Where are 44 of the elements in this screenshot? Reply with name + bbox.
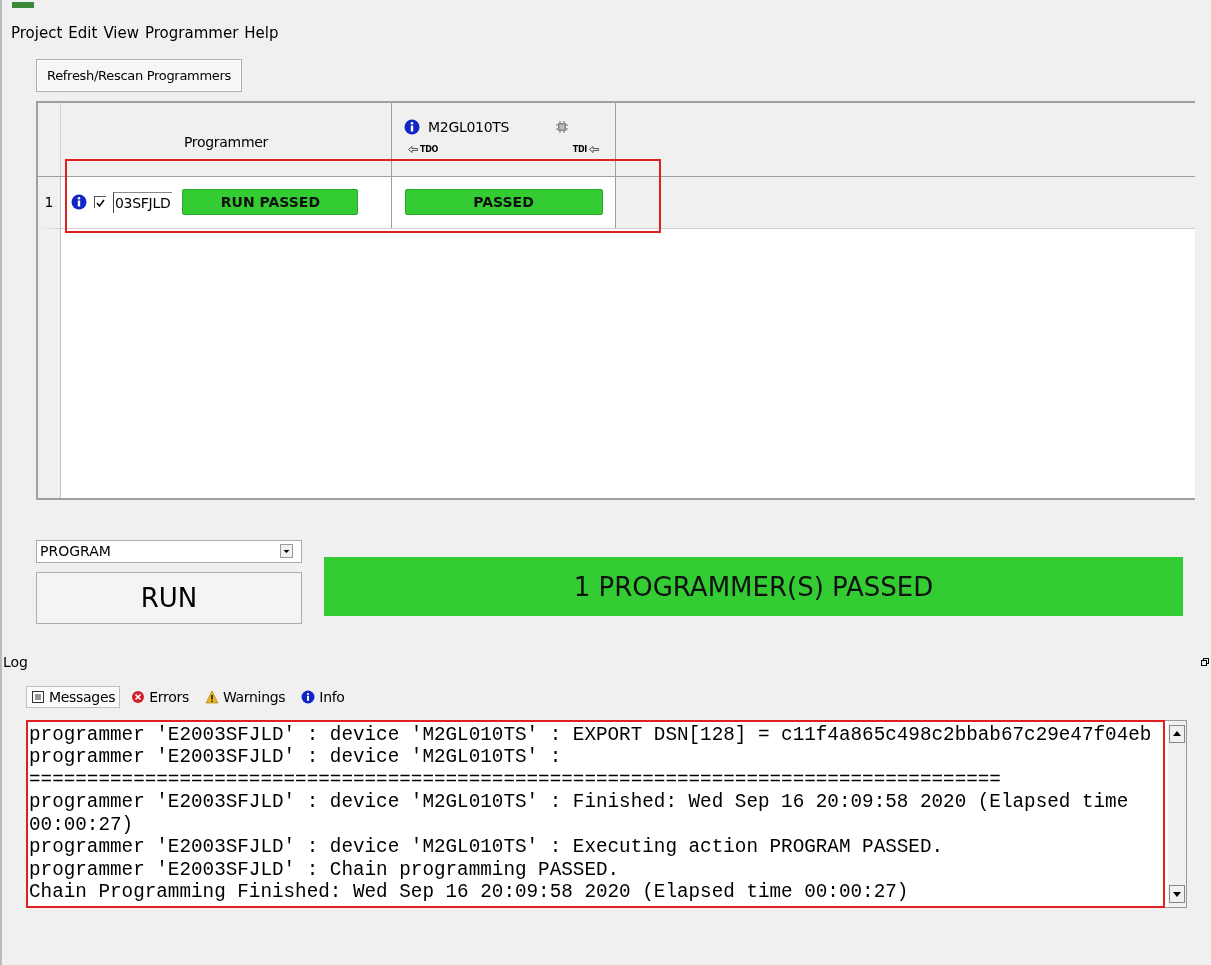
scrollbar[interactable]	[1168, 720, 1186, 907]
log-line: programmer 'E2003SFJLD' : device 'M2GL010TS' : EXPORT DSN[128] = c11f4a865c498c2bbab67c29e47f04eb	[29, 723, 1153, 746]
log-tab[interactable]: Messages	[26, 685, 121, 708]
info-icon	[301, 689, 316, 704]
info-icon	[71, 194, 87, 210]
run-status: RUN PASSED	[182, 189, 359, 215]
info-icon	[404, 118, 420, 135]
menu-item[interactable]: View	[101, 22, 141, 45]
checkmark-icon	[96, 198, 105, 207]
programmer-id-field[interactable]: 03SFJLD	[113, 191, 173, 213]
menu-item[interactable]: Project	[9, 22, 65, 45]
column-header: Programmer	[61, 102, 392, 176]
warning-icon	[204, 689, 219, 704]
scroll-down-icon	[1169, 884, 1185, 903]
pin-label: TDO	[420, 144, 438, 154]
restore-icon	[1201, 657, 1209, 666]
app-icon	[12, 2, 34, 8]
refresh-button[interactable]: Refresh/Rescan Programmers	[36, 58, 242, 92]
pin-label: TDI	[572, 144, 587, 154]
log-line: programmer 'E2003SFJLD' : device 'M2GL010TS' : Finished: Wed Sep 16 20:09:58 2020 (Elapsed time 00:00:27)	[29, 791, 1130, 836]
panel-title: Log	[3, 653, 28, 670]
scroll-up-icon	[1169, 724, 1185, 743]
log-tab[interactable]: Warnings	[199, 685, 291, 708]
log-line: programmer 'E2003SFJLD' : Chain programming PASSED.	[29, 858, 621, 881]
run-button[interactable]: RUN	[36, 571, 302, 624]
arrow-icon	[408, 145, 418, 153]
log-tab[interactable]: Info	[296, 685, 350, 708]
menu-item[interactable]: Edit	[66, 22, 100, 45]
status-banner: 1 PROGRAMMER(S) PASSED	[324, 557, 1183, 616]
log-line: Chain Programming Finished: Wed Sep 16 20:09:58 2020 (Elapsed time 00:00:27)	[29, 881, 910, 904]
chip-icon	[556, 120, 568, 133]
list-icon	[31, 689, 45, 704]
error-icon	[131, 689, 146, 704]
checkbox[interactable]	[94, 196, 106, 208]
menu-item[interactable]: Programmer	[143, 22, 241, 45]
log-tab[interactable]: Errors	[126, 685, 194, 708]
action-dropdown[interactable]: PROGRAM	[36, 539, 302, 563]
log-line: programmer 'E2003SFJLD' : device 'M2GL010TS' :	[29, 746, 563, 769]
menu-item[interactable]: Help	[242, 22, 281, 45]
arrow-icon	[589, 145, 599, 153]
device-name: M2GL010TS	[428, 118, 511, 135]
device-status: PASSED	[404, 189, 603, 215]
log-line: programmer 'E2003SFJLD' : device 'M2GL010TS' : Executing action PROGRAM PASSED.	[29, 836, 945, 859]
log-line: ====================================================================================	[29, 768, 1002, 791]
